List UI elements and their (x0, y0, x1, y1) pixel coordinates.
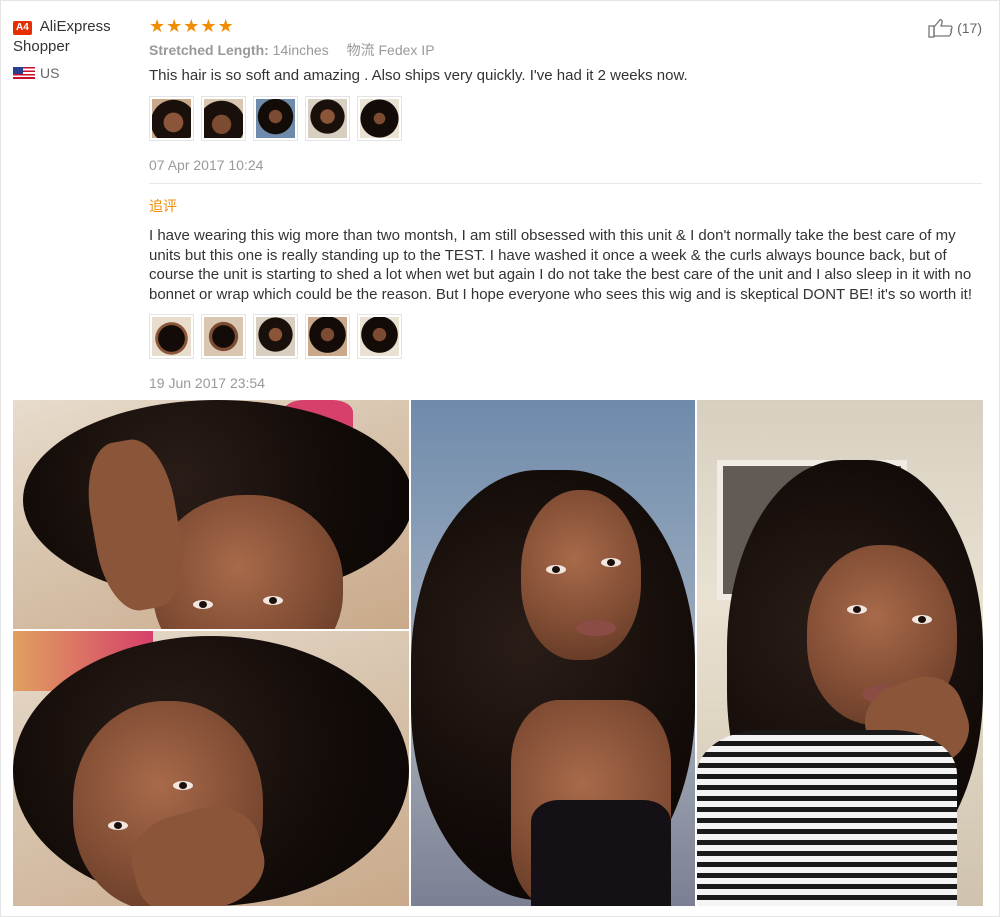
photo-hair-part-closeup[interactable] (13, 400, 409, 629)
review-text: This hair is so soft and amazing . Also … (149, 67, 688, 84)
review-body: ★ ★ ★ ★ ★ Stretched Length: 14inches 物流 … (149, 14, 982, 393)
star-icon: ★ (149, 16, 166, 36)
photo-detail (521, 490, 641, 660)
reviewer-name: AliExpress (39, 18, 111, 35)
followup-thumbnail[interactable] (201, 314, 246, 359)
review-thumbnail[interactable] (357, 96, 402, 141)
photo-hand-on-face[interactable] (13, 631, 409, 906)
photo-detail (531, 800, 671, 906)
photo-collage (13, 400, 983, 906)
followup-thumbnail[interactable] (149, 314, 194, 359)
divider (149, 183, 982, 184)
followup-thumbnail[interactable] (305, 314, 350, 359)
photo-detail (601, 558, 621, 567)
us-flag-icon (13, 67, 35, 79)
photo-detail (576, 620, 616, 636)
star-icon: ★ (183, 16, 200, 36)
followup-thumbnails (149, 314, 982, 359)
star-icon: ★ (166, 16, 183, 36)
reviewer-name-line2: Shopper (13, 38, 70, 55)
photo-striped-top[interactable] (697, 400, 983, 906)
buyer-level-badge: A4 (13, 21, 32, 35)
photo-detail (263, 596, 283, 605)
review-date: 07 Apr 2017 10:24 (149, 157, 264, 173)
reviewer-country: US (13, 65, 138, 81)
review-thumbnail[interactable] (201, 96, 246, 141)
attribute-value: 14inches (272, 42, 329, 58)
followup-label: 追评 (149, 198, 177, 214)
country-label: US (40, 65, 60, 81)
followup-thumbnail[interactable] (253, 314, 298, 359)
review-thumbnails (149, 96, 982, 141)
followup-thumbnail[interactable] (357, 314, 402, 359)
followup-date: 19 Jun 2017 23:54 (149, 375, 265, 391)
photo-front-selfie[interactable] (411, 400, 695, 906)
attribute-label: Stretched Length: (149, 42, 269, 58)
photo-detail (173, 781, 193, 790)
photo-detail (847, 605, 867, 614)
photo-detail (912, 615, 932, 624)
reviewer-info: A4 AliExpress Shopper US (13, 17, 138, 81)
photo-detail (193, 600, 213, 609)
star-icon: ★ (217, 16, 234, 36)
review-thumbnail[interactable] (149, 96, 194, 141)
order-info: Stretched Length: 14inches 物流 Fedex IP (149, 40, 982, 60)
shipping-method: 物流 Fedex IP (346, 42, 435, 58)
photo-detail (546, 565, 566, 574)
photo-detail (108, 821, 128, 830)
photo-detail (697, 730, 957, 906)
review-thumbnail[interactable] (253, 96, 298, 141)
star-icon: ★ (200, 16, 217, 36)
star-rating: ★ ★ ★ ★ ★ (149, 14, 982, 38)
review-thumbnail[interactable] (305, 96, 350, 141)
followup-text: I have wearing this wig more than two mo… (149, 227, 973, 303)
